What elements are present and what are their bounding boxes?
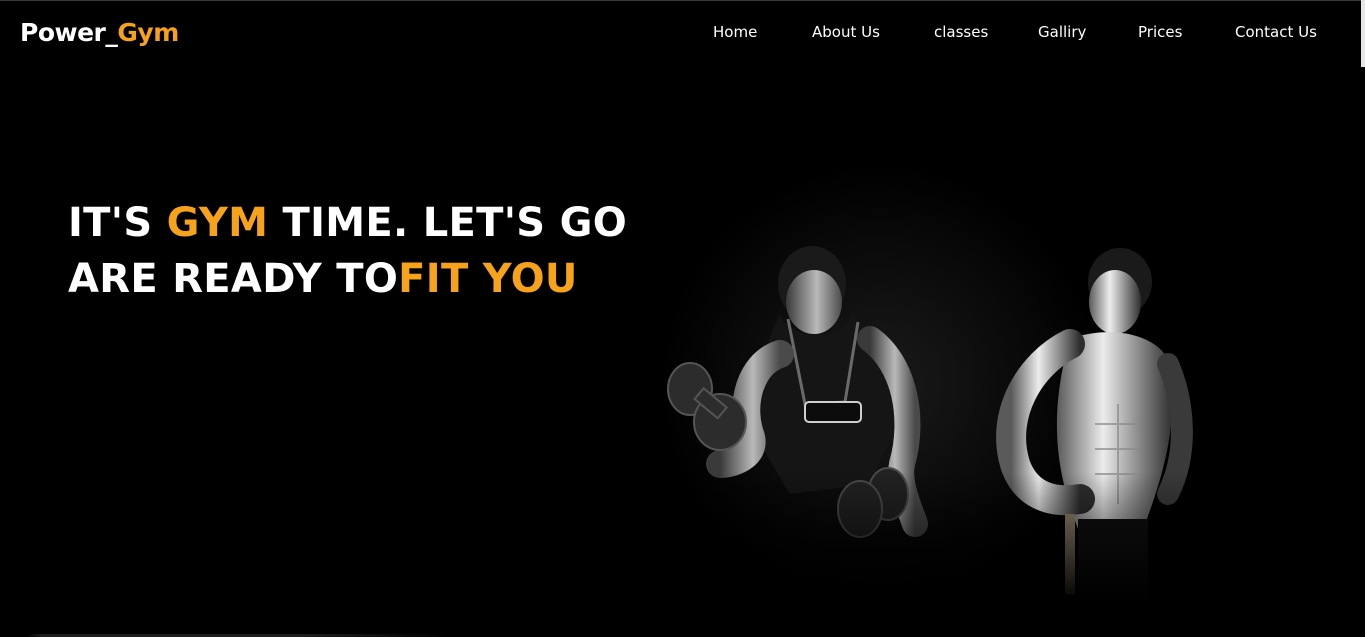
navbar: Power_Gym Home About Us classes Galliry … [0,0,1361,64]
nav-gallery[interactable]: Galliry [1038,20,1086,44]
nav-about-us[interactable]: About Us [812,20,880,44]
scrollbar[interactable] [1361,0,1365,67]
bodybuilders-photo [640,164,1200,604]
nav-contact-us[interactable]: Contact Us [1235,20,1317,44]
hero-section: IT'S GYM TIME. LET'S GO WE ARE READY TOFI… [0,64,1361,637]
main-nav: Home About Us classes Galliry Prices Con… [0,20,1361,44]
headline-line2-start: ARE READY TO [68,256,399,302]
nav-prices[interactable]: Prices [1138,20,1182,44]
headline-line1-start: IT'S [68,200,167,246]
nav-classes[interactable]: classes [934,20,988,44]
nav-home[interactable]: Home [713,20,757,44]
headline-fit-you-accent: FIT YOU [398,256,578,302]
headline-gym-accent: GYM [166,200,269,246]
hero-headline: IT'S GYM TIME. LET'S GO WE ARE READY TOFI… [68,195,713,307]
